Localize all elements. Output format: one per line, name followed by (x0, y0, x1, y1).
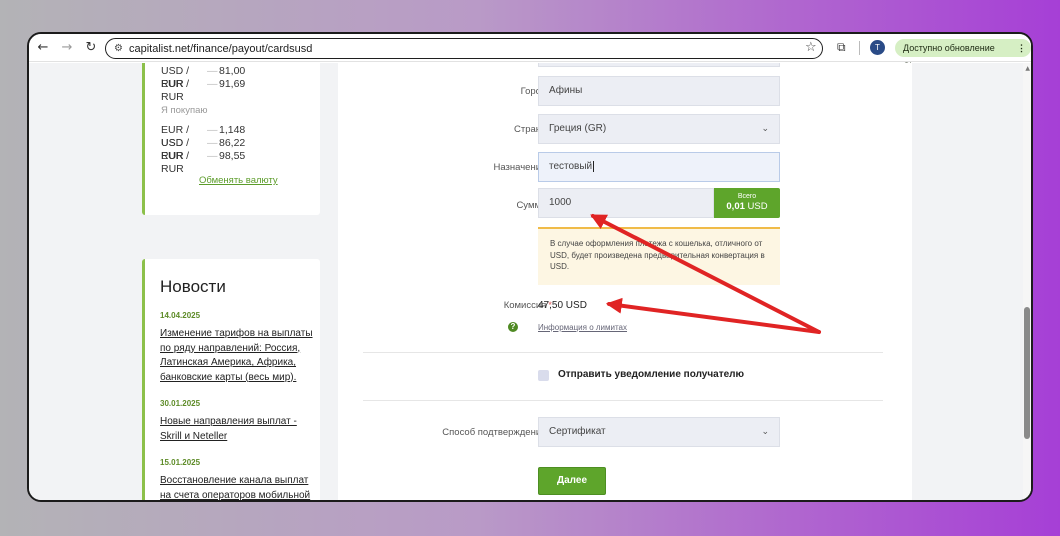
url-text: capitalist.net/finance/payout/cardsusd (128, 42, 313, 55)
rate-separator: — (207, 137, 218, 149)
confirm-method-value: Сертификат (549, 426, 606, 437)
currency-pair: EUR / RUR (161, 78, 190, 103)
amount-field[interactable]: 1000 (538, 188, 714, 218)
currency-pair: EUR / USD (161, 124, 190, 149)
toolbar-divider (859, 41, 860, 55)
total-value: 0,01 USD (726, 201, 768, 212)
currency-pair: EUR / RUR (161, 150, 190, 175)
address-bar[interactable]: ⚙ capitalist.net/finance/payout/cardsusd (105, 38, 823, 59)
kebab-menu-icon[interactable]: ⋮ (1017, 39, 1026, 57)
rate-value: 91,69 (219, 78, 246, 90)
commission-value: 47,50 USD (538, 300, 587, 311)
news-card: Новости 14.04.2025 Изменение тарифов на в… (142, 259, 320, 500)
rate-row: EUR / RUR —91,69 (161, 78, 320, 103)
notify-recipient-label[interactable]: Отправить уведомление получателю (558, 369, 744, 380)
limits-info-link[interactable]: Информация о лимитах (538, 323, 627, 332)
sell-rates-list: USD / RUR —81,00 EUR / RUR —91,69 (161, 65, 320, 103)
browser-window: ← → ↻ ⚙ capitalist.net/finance/payout/ca… (27, 32, 1033, 502)
question-icon[interactable]: ? (508, 322, 518, 332)
rate-value: 98,55 (219, 150, 246, 162)
browser-toolbar: ← → ↻ ⚙ capitalist.net/finance/payout/ca… (29, 34, 1031, 71)
news-heading: Новости (160, 277, 226, 296)
news-list: 14.04.2025 Изменение тарифов на выплаты п… (160, 311, 320, 500)
chevron-down-icon: ⌄ (761, 124, 769, 134)
confirm-method-label: Способ подтверждения* (442, 427, 552, 438)
puzzle-icon[interactable]: ⧉ (837, 40, 846, 55)
exchange-currency-link[interactable]: Обменять валюту (161, 175, 320, 186)
exchange-rates-card: USD / RUR —81,00 EUR / RUR —91,69 Я покупаю… (142, 63, 320, 215)
country-value: Греция (GR) (549, 123, 607, 134)
purpose-value: тестовый (549, 161, 593, 172)
news-link[interactable]: Изменение тарифов на выплаты по ряду нап… (160, 327, 320, 385)
text-cursor (593, 161, 595, 172)
rate-separator: — (207, 78, 218, 90)
chevron-down-icon: ⌄ (761, 427, 769, 437)
city-field[interactable]: Афины (538, 76, 780, 106)
currency-pair: USD / RUR (161, 137, 190, 162)
chrome-update-button[interactable]: Доступно обновление Chrome ⋮ (895, 39, 1031, 71)
rate-value: 81,00 (219, 65, 246, 77)
news-date: 14.04.2025 (160, 311, 201, 320)
reload-icon[interactable]: ↻ (81, 40, 101, 55)
news-date: 30.01.2025 (160, 399, 201, 408)
news-link[interactable]: Восстановление канала выплат на счета оп… (160, 474, 320, 500)
page-viewport: USD / RUR —81,00 EUR / RUR —91,69 Я покупаю… (29, 63, 1031, 500)
rate-separator: — (207, 150, 218, 162)
rate-row: USD / RUR —86,22 (161, 137, 320, 162)
scroll-up-arrow-icon[interactable]: ▲ (1025, 65, 1030, 72)
buy-rates-heading: Я покупаю (161, 105, 208, 116)
rate-separator: — (207, 65, 218, 77)
purpose-field[interactable]: тестовый (538, 152, 780, 182)
rate-value: 1,148 (219, 124, 246, 136)
news-date: 15.01.2025 (160, 458, 201, 467)
rate-value: 86,22 (219, 137, 246, 149)
star-icon[interactable]: ☆ (805, 40, 817, 55)
buy-rates-list: EUR / USD —1,148 USD / RUR —86,22 EUR / RUR —… (161, 124, 320, 175)
currency-pair: USD / RUR (161, 65, 190, 90)
country-select[interactable]: Греция (GR) ⌄ (538, 114, 780, 144)
next-button[interactable]: Далее (538, 467, 606, 495)
vertical-scrollbar[interactable]: ▲ (1023, 63, 1031, 500)
payout-form: Город* Афины Страна* Греция (GR)⌄ Назнач… (338, 63, 912, 500)
back-arrow-icon[interactable]: ← (33, 40, 53, 55)
profile-avatar[interactable]: T (870, 40, 885, 55)
notify-recipient-checkbox[interactable] (538, 370, 549, 381)
divider (363, 352, 883, 353)
news-link[interactable]: Новые направления выплат - Skrill и Nete… (160, 415, 320, 444)
total-badge: Всего 0,01 USD (714, 188, 780, 218)
scrollbar-thumb[interactable] (1024, 307, 1030, 439)
forward-arrow-icon[interactable]: → (57, 40, 77, 55)
conversion-notice: В случае оформления платежа с кошелька, … (538, 227, 780, 285)
total-caption: Всего (737, 193, 757, 200)
tune-icon[interactable]: ⚙ (114, 43, 123, 54)
rate-row: EUR / RUR —98,55 (161, 150, 320, 175)
divider (363, 400, 883, 401)
rate-row: EUR / USD —1,148 (161, 124, 320, 149)
previous-field[interactable] (538, 63, 780, 67)
rate-separator: — (207, 124, 218, 136)
confirm-method-select[interactable]: Сертификат ⌄ (538, 417, 780, 447)
rate-row: USD / RUR —81,00 (161, 65, 320, 90)
